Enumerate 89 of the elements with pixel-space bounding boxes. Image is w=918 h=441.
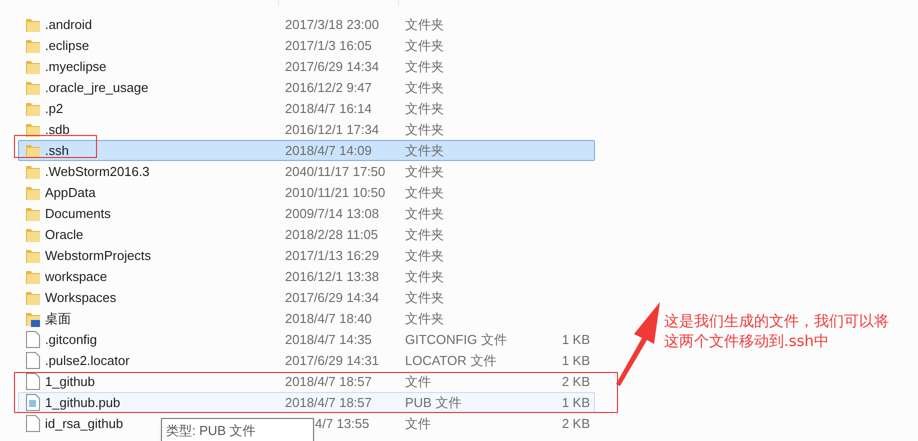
- folder-icon: [25, 122, 41, 138]
- file-size: 1 KB: [562, 394, 591, 412]
- file-size: 1 KB: [562, 352, 591, 370]
- file-date: 2018/4/7 18:57: [285, 394, 373, 412]
- file-date: 2017/6/29 14:31: [285, 352, 380, 370]
- file-size: 2 KB: [562, 414, 591, 433]
- file-type: 文件夹: [405, 226, 445, 244]
- folder-icon: [25, 290, 41, 306]
- file-name: .android: [45, 16, 92, 34]
- folder-icon: [25, 248, 41, 264]
- file-date: 2016/12/2 9:47: [285, 78, 373, 97]
- file-name: .gitconfig: [45, 330, 98, 349]
- file-name: Oracle: [45, 226, 84, 244]
- file-name: .myeclipse: [45, 58, 106, 76]
- file-date: 2018/2/28 11:05: [285, 226, 380, 244]
- file-name: .WebStorm2016.3: [45, 162, 150, 181]
- file-name: .sdb: [45, 120, 70, 139]
- folder-icon: [25, 80, 41, 96]
- folder-icon: [25, 206, 41, 222]
- file-date: 2040/11/17 17:50: [285, 162, 386, 181]
- document-icon: [26, 394, 40, 411]
- file-icon: [26, 415, 40, 432]
- file-date: 4/7 13:55: [314, 414, 370, 433]
- file-type: 文件夹: [405, 142, 445, 160]
- file-type: 文件: [405, 372, 432, 391]
- file-name: Workspaces: [45, 288, 116, 307]
- file-type: 文件夹: [405, 162, 445, 181]
- file-name: .pulse2.locator: [45, 352, 130, 370]
- file-type: 文件夹: [405, 268, 445, 286]
- folder-icon: [25, 100, 41, 116]
- file-type: 文件夹: [405, 100, 445, 118]
- file-row[interactable]: 1_github.pub 2018/4/7 18:57 PUB 文件 1 KB: [18, 392, 595, 413]
- file-type: 文件夹: [405, 310, 445, 328]
- folder-icon: [25, 38, 41, 54]
- tooltip: 类型: PUB 文件: [161, 418, 314, 441]
- file-type: 文件夹: [405, 58, 445, 76]
- file-name: .ssh: [45, 142, 69, 160]
- file-size: 2 KB: [562, 372, 591, 391]
- file-type: 文件夹: [405, 36, 445, 55]
- file-type: 文件: [405, 414, 432, 433]
- file-name: id_rsa_github: [45, 414, 124, 433]
- file-name: WebstormProjects: [45, 246, 151, 265]
- file-name: .oracle_jre_usage: [45, 78, 148, 97]
- file-date: 2018/4/7 14:35: [285, 330, 373, 349]
- file-type: 文件夹: [405, 204, 445, 223]
- folder-icon: [25, 16, 41, 32]
- file-type: 文件夹: [405, 246, 445, 265]
- file-size: 1 KB: [562, 330, 591, 349]
- file-name: 1_github.pub: [45, 394, 120, 412]
- file-date: 2016/12/1 13:38: [285, 268, 380, 286]
- folder-icon: [25, 268, 41, 284]
- annotation-text: 这是我们生成的文件，我们可以将这两个文件移动到.ssh中: [664, 311, 890, 351]
- file-name: Documents: [45, 204, 111, 223]
- file-date: 2017/1/13 16:29: [285, 246, 380, 265]
- file-date: 2017/6/29 14:34: [285, 58, 380, 76]
- file-date: 2010/11/21 10:50: [285, 184, 386, 202]
- file-name: 1_github: [45, 372, 95, 391]
- file-date: 2009/7/14 13:08: [285, 204, 380, 223]
- file-name: 桌面: [45, 310, 71, 328]
- file-date: 2016/12/1 17:34: [285, 120, 380, 139]
- file-row[interactable]: .ssh 2018/4/7 14:09 文件夹: [18, 140, 595, 161]
- file-date: 2018/4/7 14:09: [285, 142, 373, 160]
- file-name: .p2: [45, 100, 64, 118]
- folder-icon: [25, 164, 41, 180]
- file-date: 2018/4/7 18:40: [285, 310, 373, 328]
- file-icon: [26, 352, 40, 369]
- folder-icon: [25, 58, 41, 74]
- file-type: PUB 文件: [405, 394, 462, 412]
- folder-icon: [25, 142, 41, 158]
- file-type: 文件夹: [405, 184, 445, 202]
- file-type: 文件夹: [405, 78, 445, 97]
- file-type: 文件夹: [405, 288, 445, 307]
- file-date: 2018/4/7 18:57: [285, 372, 373, 391]
- folder-icon: [25, 184, 41, 200]
- file-name: .eclipse: [45, 36, 90, 55]
- folder-icon: [25, 310, 41, 326]
- file-date: 2017/3/18 23:00: [285, 16, 380, 34]
- file-date: 2017/6/29 14:34: [285, 288, 380, 307]
- file-type: LOCATOR 文件: [405, 352, 498, 370]
- file-type: GITCONFIG 文件: [405, 330, 508, 349]
- file-name: AppData: [45, 184, 96, 202]
- file-icon: [26, 373, 40, 390]
- folder-icon: [25, 226, 41, 242]
- file-type: 文件夹: [405, 120, 445, 139]
- file-type: 文件夹: [405, 16, 445, 34]
- file-icon: [26, 331, 40, 348]
- file-date: 2018/4/7 16:14: [285, 100, 373, 118]
- file-name: workspace: [45, 268, 108, 286]
- file-date: 2017/1/3 16:05: [285, 36, 373, 55]
